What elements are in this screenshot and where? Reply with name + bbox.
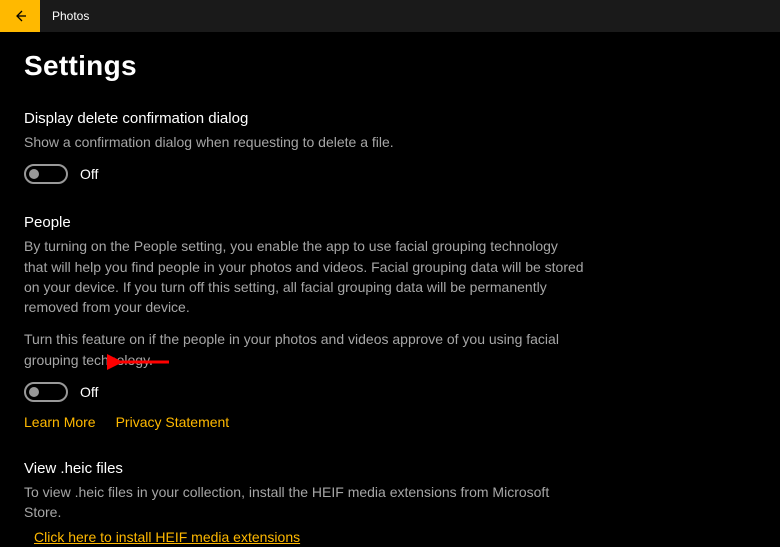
toggle-row: Off — [24, 164, 584, 184]
titlebar: Photos — [0, 0, 780, 32]
links-row: Learn More Privacy Statement — [24, 414, 584, 430]
section-title: Display delete confirmation dialog — [24, 110, 584, 127]
section-heic: View .heic files To view .heic files in … — [24, 460, 584, 547]
section-people: People By turning on the People setting,… — [24, 214, 584, 430]
section-desc: By turning on the People setting, you en… — [24, 236, 584, 317]
section-desc: To view .heic files in your collection, … — [24, 482, 584, 523]
delete-confirm-toggle[interactable] — [24, 164, 68, 184]
section-desc: Turn this feature on if the people in yo… — [24, 329, 584, 370]
section-desc: Show a confirmation dialog when requesti… — [24, 132, 584, 152]
page-title: Settings — [24, 50, 756, 82]
toggle-label: Off — [80, 166, 98, 182]
section-title: View .heic files — [24, 460, 584, 477]
toggle-label: Off — [80, 384, 98, 400]
settings-content: Settings Display delete confirmation dia… — [0, 32, 780, 547]
privacy-statement-link[interactable]: Privacy Statement — [116, 414, 230, 430]
people-toggle[interactable] — [24, 382, 68, 402]
toggle-knob-icon — [29, 169, 39, 179]
toggle-row: Off — [24, 382, 584, 402]
section-delete-confirm: Display delete confirmation dialog Show … — [24, 110, 584, 184]
toggle-knob-icon — [29, 387, 39, 397]
back-button[interactable] — [0, 0, 40, 32]
install-heif-link[interactable]: Click here to install HEIF media extensi… — [34, 529, 300, 545]
back-arrow-icon — [12, 8, 28, 24]
section-title: People — [24, 214, 584, 231]
app-title: Photos — [52, 9, 89, 23]
learn-more-link[interactable]: Learn More — [24, 414, 96, 430]
